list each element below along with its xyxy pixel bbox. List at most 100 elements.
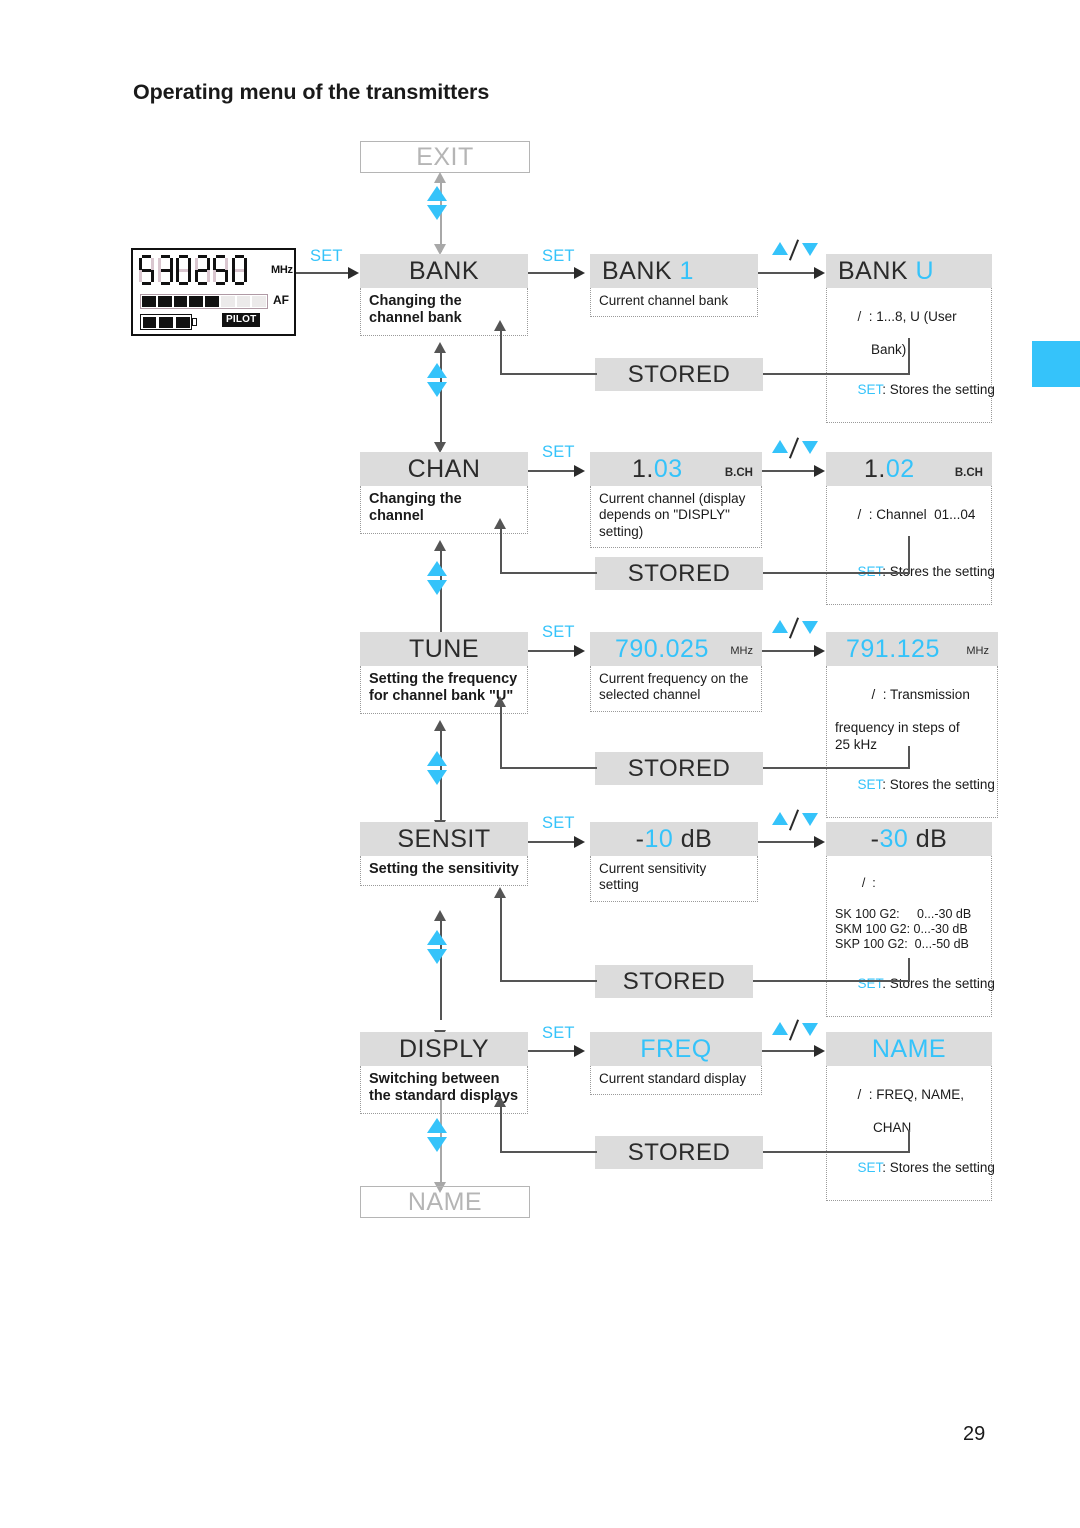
edit-sensit-line-1: SKM 100 G2: 0...-30 dB	[835, 922, 968, 936]
set-label-tune: SET	[542, 623, 575, 641]
exit-box: EXIT	[360, 141, 530, 173]
edit-node-tune[interactable]: 791.125 MHz / : Transmission frequency i…	[826, 632, 998, 818]
chan-to-current-arrow-icon	[574, 465, 585, 477]
edit-disply-range-line: / : FREQ, NAME,	[835, 1071, 983, 1120]
sensit-edit-down-line	[908, 958, 910, 980]
current-node-disply-head: FREQ	[590, 1032, 762, 1066]
updown-glyph-icon: /	[861, 876, 866, 891]
chan-edit-to-stored-line	[763, 572, 910, 574]
updown-glyph-icon: /	[857, 1087, 862, 1103]
current-node-chan[interactable]: 1.03 B.CH Current channel (display depen…	[590, 452, 762, 549]
up-down-arrows-icon-disply	[772, 1019, 818, 1042]
current-node-sensit-title: -10 dB	[590, 825, 758, 854]
menu-node-bank-title: BANK	[408, 256, 480, 285]
current-node-disply[interactable]: FREQ Current standard display	[590, 1032, 762, 1096]
current-node-bank-desc: Current channel bank	[590, 288, 758, 318]
stored-box-bank: STORED	[595, 358, 763, 391]
up-down-arrows-icon-sensit-disply	[427, 930, 447, 964]
edit-bank-range-line: / : 1...8, U (User	[835, 293, 983, 342]
edit-disply-range-text: : FREQ, NAME,	[868, 1087, 965, 1103]
edit-node-tune-title: 791.125	[826, 635, 940, 664]
triangle-up-icon	[772, 812, 788, 825]
updown-glyph-icon: /	[857, 309, 862, 325]
sensit-to-edit-line	[758, 841, 818, 843]
current-node-sensit[interactable]: -10 dB Current sensitivity setting	[590, 822, 758, 902]
set-label-disply: SET	[542, 1024, 575, 1042]
bank-to-edit-arrow-icon	[814, 267, 825, 279]
name-box: NAME	[360, 1186, 530, 1218]
stored-box-sensit: STORED	[595, 965, 753, 998]
triangle-down-icon	[427, 382, 447, 397]
edit-node-chan[interactable]: 1.02 B.CH / : Channel 01...04 SET: Store…	[826, 452, 995, 605]
exit-label: EXIT	[416, 142, 474, 171]
page-number: 29	[963, 1423, 986, 1445]
up-down-arrows-icon-bank	[772, 239, 818, 262]
current-node-chan-desc: Current channel (display depends on "DIS…	[590, 486, 762, 549]
sensit-edit-to-stored-line	[753, 980, 910, 982]
edit-tune-range-text: : Transmission	[882, 687, 970, 703]
triangle-down-icon	[802, 243, 818, 256]
current-node-tune[interactable]: 790.025 MHz Current frequency on the sel…	[590, 632, 762, 712]
lcd-af-label: AF	[273, 293, 289, 307]
triangle-down-icon	[802, 621, 818, 634]
triangle-down-icon	[802, 1023, 818, 1036]
current-tune-suffix: MHz	[730, 645, 753, 657]
disply-to-current-line	[528, 1050, 576, 1052]
stored-bank-arrow-up-icon	[494, 320, 506, 331]
lcd-battery-icon	[140, 314, 192, 330]
lcd-digit	[139, 255, 154, 287]
up-down-arrows-icon-exit	[427, 186, 447, 220]
current-sensit-unit: dB	[673, 824, 713, 853]
triangle-up-icon	[772, 440, 788, 453]
current-node-tune-title: 790.025	[590, 635, 709, 664]
menu-node-sensit[interactable]: SENSIT Setting the sensitivity	[360, 822, 528, 887]
lcd-digit	[231, 255, 247, 287]
triangle-up-icon	[772, 1022, 788, 1035]
edit-tune-value: 791.125	[846, 634, 940, 663]
bank-to-current-line	[528, 272, 576, 274]
lcd-pilot-badge: PILOT	[222, 313, 261, 327]
slash-divider-icon	[788, 809, 800, 831]
current-node-sensit-head: -10 dB	[590, 822, 758, 856]
edit-bank-value: U	[915, 256, 935, 285]
stored-label: STORED	[627, 754, 731, 782]
edit-node-sensit-head: -30 dB	[826, 822, 992, 856]
menu-node-disply-title: DISPLY	[398, 1034, 490, 1063]
edit-chan-range-line: / : Channel 01...04	[835, 491, 983, 540]
bank-to-edit-line	[758, 272, 818, 274]
stored-bank-out-line	[500, 373, 597, 375]
triangle-down-icon	[427, 770, 447, 785]
edit-node-disply-head: NAME	[826, 1032, 992, 1066]
chan-to-edit-arrow-icon	[814, 465, 825, 477]
stored-tune-up-line	[500, 706, 502, 768]
lcd-display: MHz AF PILOT	[131, 248, 296, 336]
stored-disply-up-line	[500, 1106, 502, 1152]
edit-chan-range-text: : Channel 01...04	[868, 507, 976, 523]
stored-box-tune: STORED	[595, 752, 763, 785]
set-label-sensit: SET	[542, 814, 575, 832]
current-node-bank[interactable]: BANK 1 Current channel bank	[590, 254, 758, 318]
updown-glyph-icon: /	[871, 687, 876, 703]
triangle-down-icon	[427, 1137, 447, 1152]
stored-label: STORED	[627, 1138, 731, 1166]
up-down-arrows-icon-bank-chan	[427, 363, 447, 397]
current-node-sensit-desc: Current sensitivity setting	[590, 856, 758, 902]
lcd-to-bank-arrow-icon	[348, 267, 359, 279]
current-tune-value: 790.025	[615, 634, 709, 663]
stored-sensit-up-line	[500, 897, 502, 981]
edit-node-sensit[interactable]: -30 dB / : SK 100 G2: 0...-30 dB SKM 100…	[826, 822, 995, 1017]
name-label: NAME	[407, 1187, 483, 1216]
stored-chan-arrow-up-icon	[494, 518, 506, 529]
lcd-af-bargraph	[140, 294, 268, 309]
lcd-digit	[157, 255, 173, 287]
lcd-mhz-label: MHz	[271, 264, 293, 276]
tune-to-chan-arrow-up-icon	[434, 540, 446, 551]
set-tag: SET	[857, 975, 883, 991]
bank-to-current-arrow-icon	[574, 267, 585, 279]
edit-chan-suffix: B.CH	[954, 467, 983, 479]
chan-to-current-line	[528, 470, 576, 472]
menu-node-sensit-head: SENSIT	[360, 822, 528, 856]
edit-node-disply[interactable]: NAME / : FREQ, NAME, CHAN SET: Stores th…	[826, 1032, 995, 1202]
chan-to-bank-arrow-up-icon	[434, 342, 446, 353]
disply-to-sensit-arrow-up-icon	[434, 910, 446, 921]
